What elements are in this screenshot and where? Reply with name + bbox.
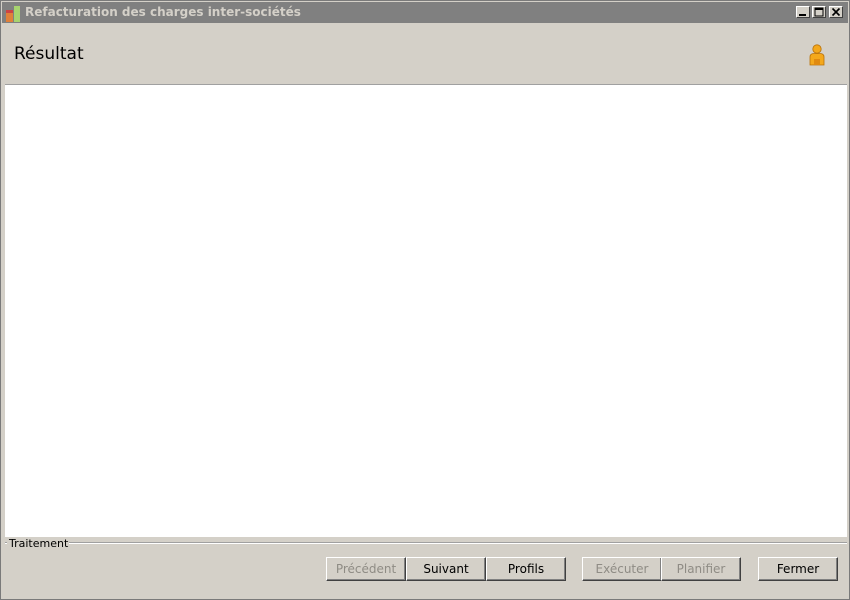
page-title: Résultat: [14, 44, 84, 64]
group-divider: [61, 542, 847, 544]
result-content-area: [5, 84, 847, 537]
plan-button[interactable]: Planifier: [661, 557, 741, 581]
minimize-button[interactable]: [796, 6, 810, 18]
window-title: Refacturation des charges inter-sociétés: [25, 5, 301, 19]
next-button[interactable]: Suivant: [406, 557, 486, 581]
maximize-button[interactable]: [812, 6, 826, 18]
execute-button[interactable]: Exécuter: [582, 557, 662, 581]
maximize-icon: [814, 7, 824, 17]
close-button[interactable]: Fermer: [758, 557, 838, 581]
previous-button[interactable]: Précédent: [326, 557, 406, 581]
treatment-group-label: Traitement: [8, 537, 70, 550]
page-header: Résultat: [2, 23, 848, 83]
app-icon: [6, 6, 22, 22]
close-window-button[interactable]: [829, 6, 843, 18]
user-icon[interactable]: [806, 43, 828, 67]
close-icon: [831, 7, 841, 17]
group-divider-left: [5, 542, 7, 544]
profiles-button[interactable]: Profils: [486, 557, 566, 581]
minimize-icon: [799, 14, 806, 16]
app-window: Refacturation des charges inter-sociétés…: [0, 0, 850, 600]
title-bar[interactable]: Refacturation des charges inter-sociétés: [2, 2, 848, 23]
